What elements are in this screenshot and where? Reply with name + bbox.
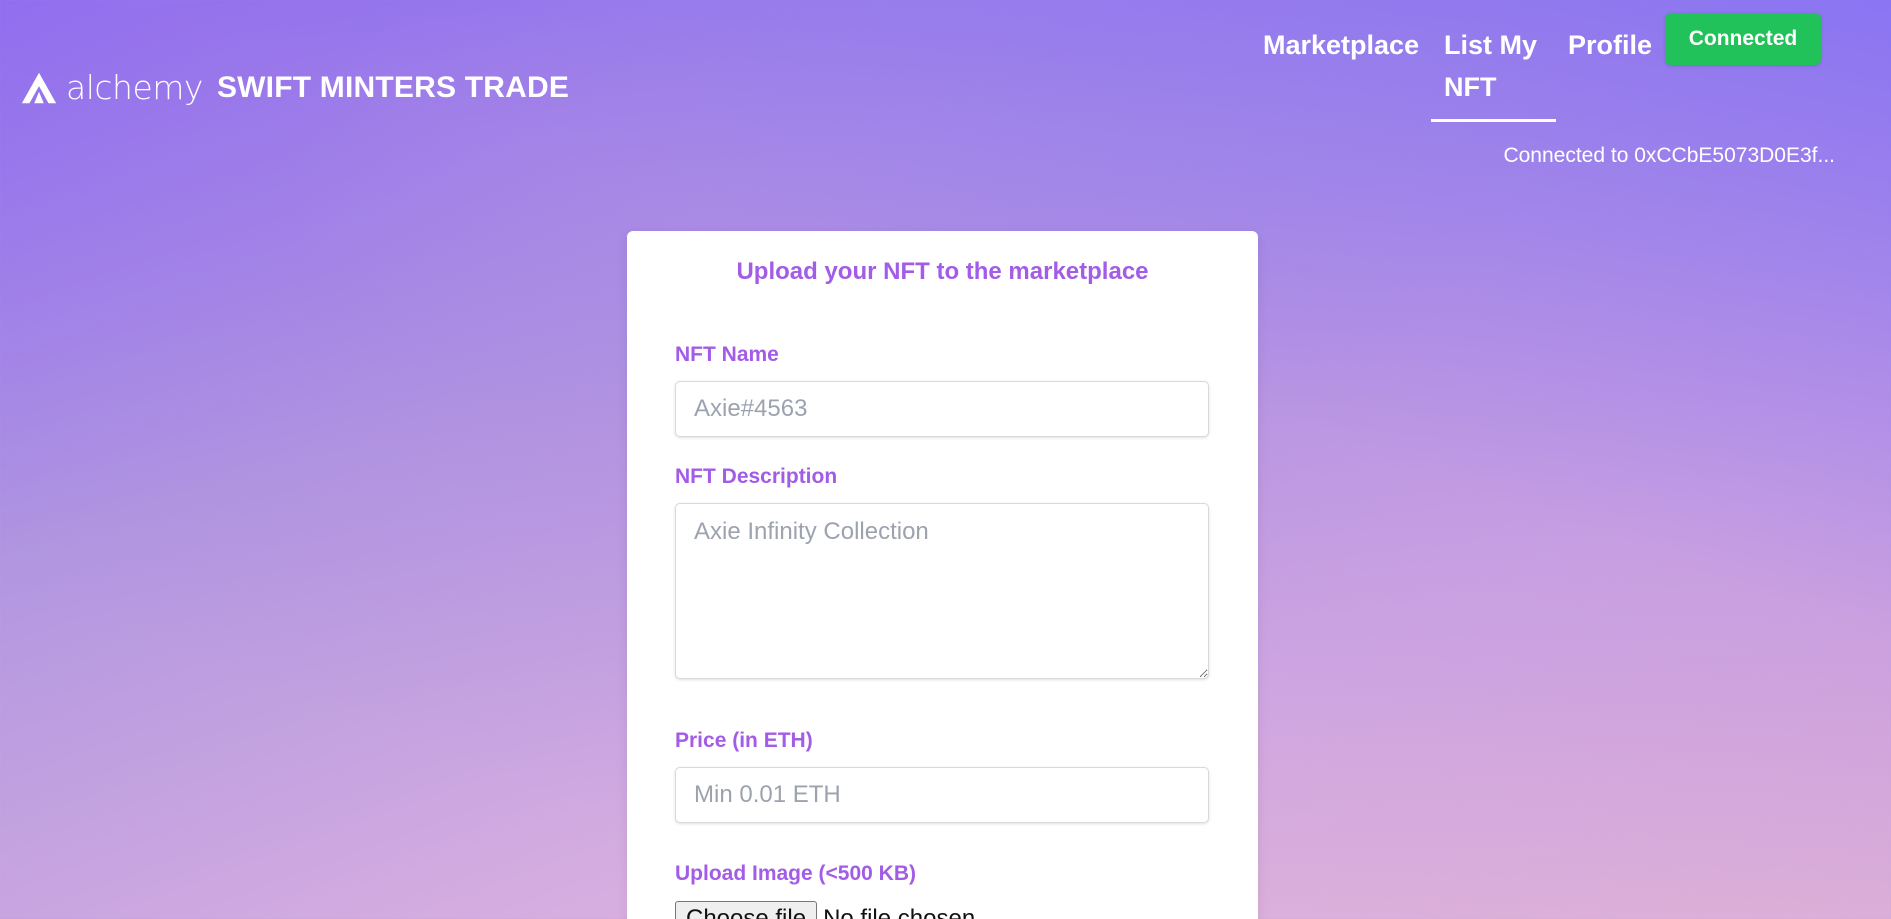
choose-file-button[interactable]: Choose file — [675, 901, 818, 919]
active-nav-underline — [1431, 119, 1556, 122]
nav-list-my-nft[interactable]: List My NFT — [1444, 24, 1554, 108]
file-picker: Choose file No file chosen — [675, 901, 975, 919]
file-status-text: No file chosen — [823, 905, 976, 919]
nft-name-input[interactable] — [675, 381, 1209, 437]
connect-wallet-button[interactable]: Connected — [1665, 13, 1821, 65]
upload-image-label: Upload Image (<500 KB) — [675, 862, 916, 885]
nft-name-label: NFT Name — [675, 343, 779, 366]
nft-description-label: NFT Description — [675, 465, 838, 488]
price-input[interactable] — [675, 767, 1209, 823]
nav-profile[interactable]: Profile — [1568, 24, 1652, 66]
nft-description-input[interactable] — [675, 503, 1209, 679]
nav-marketplace[interactable]: Marketplace — [1263, 24, 1419, 66]
form-title: Upload your NFT to the marketplace — [736, 258, 1149, 285]
upload-form-card: Upload your NFT to the marketplace NFT N… — [627, 231, 1258, 919]
price-label: Price (in ETH) — [675, 729, 813, 752]
wallet-address-text: Connected to 0xCCbE5073D0E3f... — [1503, 144, 1835, 167]
top-nav: Marketplace List My NFT Profile Connecte… — [0, 0, 1891, 130]
